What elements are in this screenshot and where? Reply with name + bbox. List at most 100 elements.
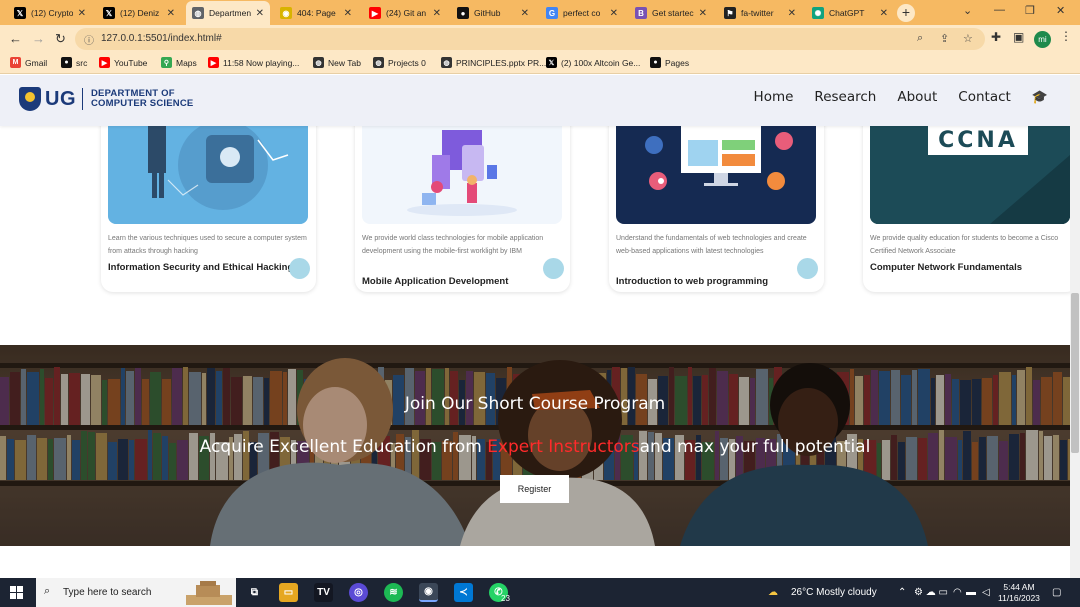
file-explorer-icon[interactable]: ▭ xyxy=(279,583,298,602)
weather-icon[interactable]: ☁ xyxy=(768,587,778,598)
bookmark-item[interactable]: ▶ YouTube xyxy=(99,57,147,68)
tab-label: GitHub xyxy=(474,8,501,18)
extensions-icon[interactable]: ✚ xyxy=(991,30,1001,44)
register-button[interactable]: Register xyxy=(500,475,569,503)
tab-close-icon[interactable]: ✕ xyxy=(167,8,175,19)
bookmark-item[interactable]: ● Pages xyxy=(650,57,689,68)
zoom-icon[interactable]: ⌕ xyxy=(917,32,923,45)
new-tab-button[interactable]: + xyxy=(897,4,915,22)
browser-tab[interactable]: ▶ (24) Git an ✕ xyxy=(363,3,447,23)
browser-tab[interactable]: ◉ 404: Page ✕ xyxy=(274,3,358,23)
flag-icon: ⚑ xyxy=(724,7,736,19)
tab-label: perfect co xyxy=(563,8,601,18)
browser-tab[interactable]: ✺ ChatGPT ✕ xyxy=(806,3,894,23)
mobile-dev-illustration xyxy=(362,125,562,224)
course-title[interactable]: Information Security and Ethical Hacking xyxy=(108,262,303,273)
course-more-button[interactable] xyxy=(543,258,564,279)
course-title[interactable]: Introduction to web programming xyxy=(616,276,811,287)
tray-icons[interactable]: ⚙ ☁ ▭ xyxy=(914,587,948,598)
maximize-icon[interactable]: ❐ xyxy=(1025,4,1035,17)
subheading-text: Acquire Excellent Education from xyxy=(199,437,488,457)
course-title[interactable]: Computer Network Fundamentals xyxy=(870,262,1065,273)
tab-close-icon[interactable]: ✕ xyxy=(610,8,618,19)
notifications-icon[interactable]: ▢ xyxy=(1052,587,1061,598)
bookmark-item[interactable]: ⚲ Maps xyxy=(161,57,197,68)
tab-label: Departmen xyxy=(209,8,251,18)
bookmark-item[interactable]: ◍ Projects 0 xyxy=(373,57,426,68)
site-info-icon[interactable]: ⓘ xyxy=(84,32,94,47)
browser-tab[interactable]: B Get startec ✕ xyxy=(629,3,713,23)
nav-contact[interactable]: Contact xyxy=(958,89,1011,105)
forward-icon[interactable]: → xyxy=(32,31,45,46)
close-window-icon[interactable]: ✕ xyxy=(1056,4,1065,17)
tab-close-icon[interactable]: ✕ xyxy=(880,8,888,19)
taskbar-search[interactable]: ⌕ Type here to search xyxy=(36,578,236,607)
search-placeholder[interactable]: Type here to search xyxy=(63,587,151,598)
side-panel-icon[interactable]: ▣ xyxy=(1013,30,1024,44)
graduation-cap-icon[interactable]: 🎓 xyxy=(1032,89,1048,105)
task-view-icon[interactable]: ⧉ xyxy=(245,583,264,602)
browser-tab[interactable]: ● GitHub ✕ xyxy=(451,3,535,23)
department-logo[interactable]: UG DEPARTMENT OF COMPUTER SCIENCE xyxy=(19,87,193,111)
nav-about[interactable]: About xyxy=(897,89,937,105)
tab-close-icon[interactable]: ✕ xyxy=(78,8,86,19)
tab-close-icon[interactable]: ✕ xyxy=(433,8,441,19)
taskbar-clock[interactable]: 5:44 AM 11/16/2023 xyxy=(998,582,1040,604)
search-icon: ⌕ xyxy=(44,585,51,597)
tab-close-icon[interactable]: ✕ xyxy=(521,8,529,19)
globe-icon: ◍ xyxy=(313,57,324,68)
app-icon[interactable]: ◎ xyxy=(349,583,368,602)
wifi-icon[interactable]: ◠ xyxy=(953,587,962,598)
course-description: Learn the various techniques used to sec… xyxy=(108,235,307,255)
tab-label: (24) Git an xyxy=(386,8,427,18)
profile-avatar[interactable]: mi xyxy=(1034,31,1051,48)
back-icon[interactable]: ← xyxy=(9,31,22,46)
url-text[interactable]: 127.0.0.1:5501/index.html# xyxy=(101,33,222,44)
windows-taskbar: ⌕ Type here to search ⧉ ▭ TV ◎ ≋ ◉ ≺ ✆ 2… xyxy=(0,578,1080,607)
bookmark-item[interactable]: M Gmail xyxy=(10,57,47,68)
subheading-text-end: and max your full potential xyxy=(639,437,871,457)
course-more-button[interactable] xyxy=(289,258,310,279)
course-title[interactable]: Mobile Application Development xyxy=(362,276,557,287)
course-more-button[interactable] xyxy=(797,258,818,279)
battery-icon[interactable]: ▬ xyxy=(966,587,976,598)
reload-icon[interactable]: ↻ xyxy=(55,31,66,47)
tab-search-icon[interactable]: ⌄ xyxy=(963,4,972,17)
windows-start-icon[interactable] xyxy=(10,586,23,599)
minimize-icon[interactable]: — xyxy=(994,4,1005,16)
bookmark-item[interactable]: ◍ PRINCIPLES.pptx PR... xyxy=(441,57,546,68)
tab-close-icon[interactable]: ✕ xyxy=(344,8,352,19)
browser-toolbar: ← → ↻ ⓘ 127.0.0.1:5501/index.html# ⌕ ⇪ ☆ xyxy=(0,25,1080,53)
tray-expand-icon[interactable]: ⌃ xyxy=(898,587,906,598)
volume-icon[interactable]: ◁ xyxy=(982,587,990,598)
bookmark-star-icon[interactable]: ☆ xyxy=(963,32,973,45)
browser-tab[interactable]: 𝕏 (12) Deniz ✕ xyxy=(97,3,181,23)
browser-tab[interactable]: ◍ Departmen ✕ xyxy=(186,1,270,25)
logo-department-name: DEPARTMENT OF COMPUTER SCIENCE xyxy=(91,89,193,109)
tab-close-icon[interactable]: ✕ xyxy=(699,8,707,19)
tab-close-icon[interactable]: ✕ xyxy=(256,8,264,19)
share-icon[interactable]: ⇪ xyxy=(940,32,949,45)
browser-tab[interactable]: ⚑ fa-twitter ✕ xyxy=(718,3,802,23)
bookmark-label: PRINCIPLES.pptx PR... xyxy=(456,57,547,68)
browser-tab[interactable]: 𝕏 (12) Crypto ✕ xyxy=(8,3,92,23)
bookmark-item[interactable]: ▶ 11:58 Now playing... xyxy=(208,57,299,68)
chrome-icon[interactable]: ◉ xyxy=(419,583,438,602)
menu-icon[interactable]: ⋮ xyxy=(1060,29,1072,43)
bookmark-item[interactable]: ◍ New Tab xyxy=(313,57,361,68)
weather-text[interactable]: 26°C Mostly cloudy xyxy=(791,587,877,598)
bookmark-label: src xyxy=(76,57,88,68)
scrollbar-thumb[interactable] xyxy=(1071,293,1079,453)
tab-close-icon[interactable]: ✕ xyxy=(788,8,796,19)
browser-tab[interactable]: Gperfect co ✕ xyxy=(540,3,624,23)
spotify-icon[interactable]: ≋ xyxy=(384,583,403,602)
vscode-icon[interactable]: ≺ xyxy=(454,583,473,602)
bookmark-item[interactable]: 𝕏 (2) 100x Altcoin Ge... xyxy=(546,57,640,68)
ccna-illustration: CCNA xyxy=(870,125,1070,224)
address-bar[interactable]: ⓘ 127.0.0.1:5501/index.html# ⌕ ⇪ ☆ xyxy=(75,28,985,50)
bookmark-item[interactable]: ● src xyxy=(61,57,87,68)
nav-research[interactable]: Research xyxy=(814,89,876,105)
nav-home[interactable]: Home xyxy=(754,89,794,105)
tradingview-icon[interactable]: TV xyxy=(314,583,333,602)
page-scrollbar[interactable] xyxy=(1070,75,1080,578)
